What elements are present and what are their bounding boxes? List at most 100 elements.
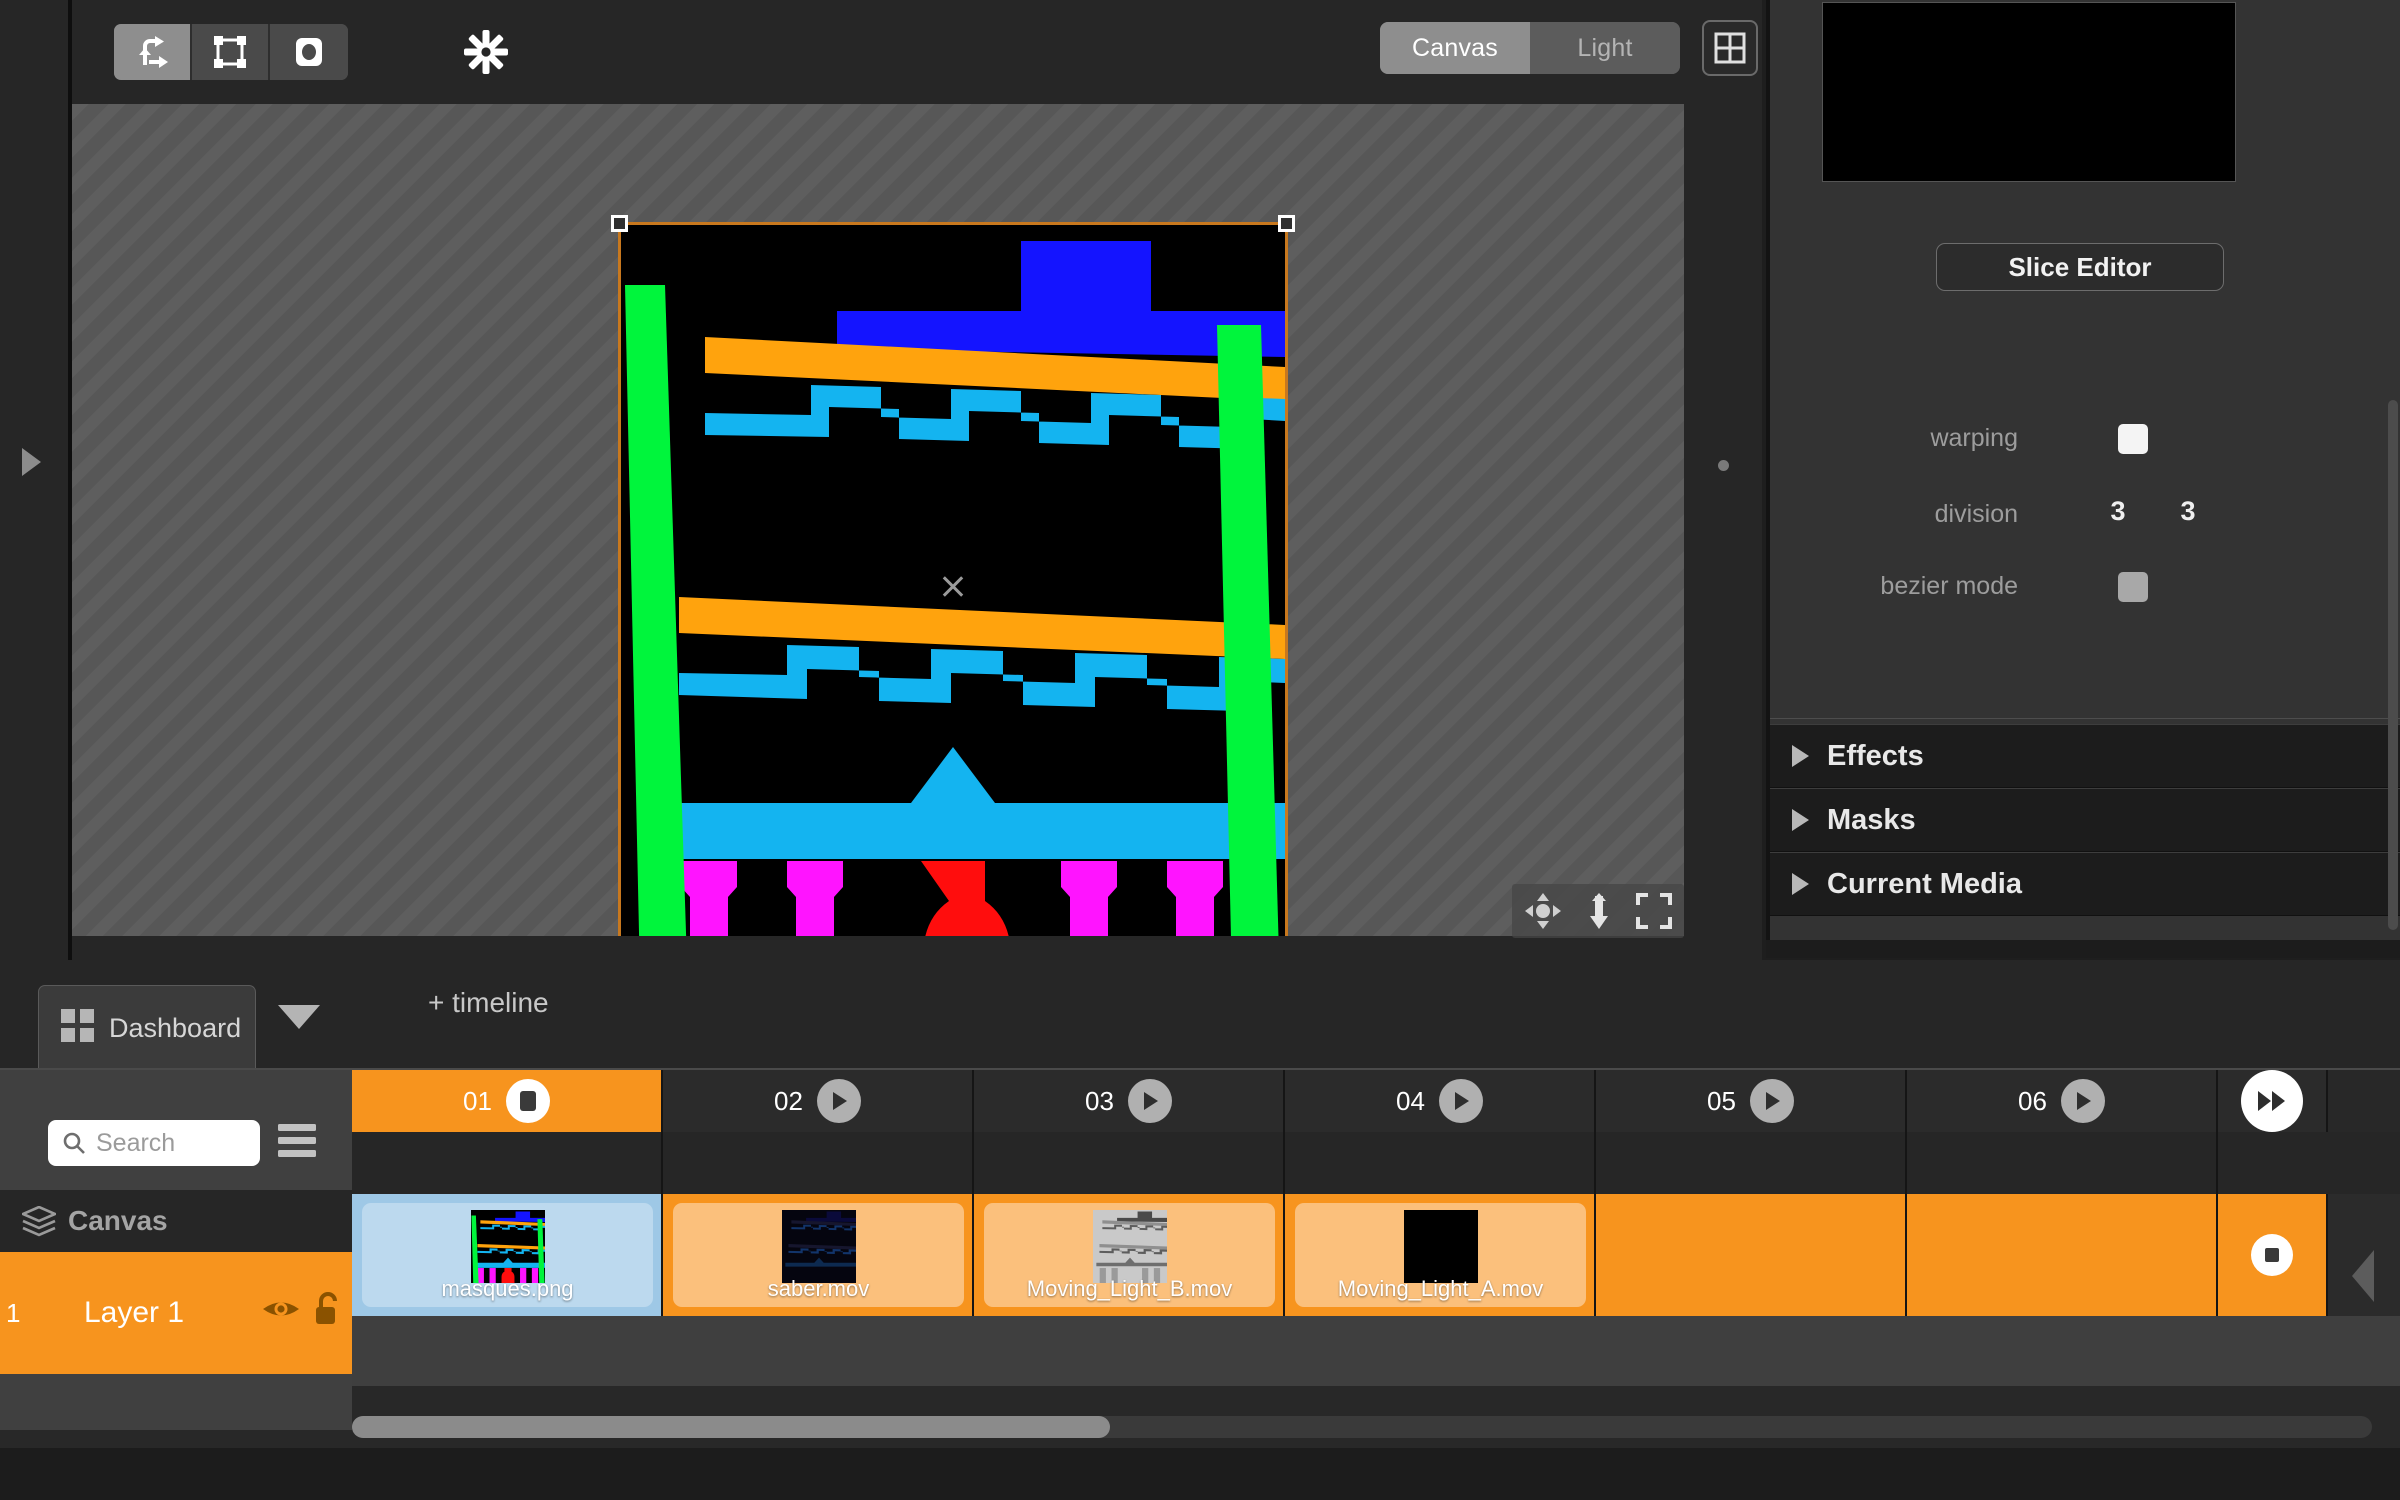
unlock-icon[interactable] xyxy=(314,1292,344,1331)
clip-cell-6[interactable] xyxy=(1907,1194,2218,1316)
property-row-division: division 3 3 xyxy=(1770,496,2400,540)
add-timeline-button[interactable]: + timeline xyxy=(428,987,549,1019)
clip-cell-2[interactable]: saber.mov xyxy=(663,1194,974,1316)
grid-icon xyxy=(1714,32,1746,64)
division-y-stepper[interactable]: 3 xyxy=(2158,496,2218,527)
group-cell[interactable] xyxy=(974,1132,1285,1194)
division-x-value: 3 xyxy=(2110,496,2126,526)
clip-moving-light-a[interactable]: Moving_Light_A.mov xyxy=(1295,1203,1586,1307)
clip-masques[interactable]: masques.png xyxy=(362,1203,653,1307)
fit-screen-button[interactable] xyxy=(1635,893,1672,929)
accordion-effects[interactable]: Effects xyxy=(1770,724,2400,788)
gear-icon xyxy=(464,30,508,74)
scrollbar-thumb[interactable] xyxy=(352,1416,1110,1438)
clip-cell-4[interactable]: Moving_Light_A.mov xyxy=(1285,1194,1596,1316)
fast-forward-button[interactable] xyxy=(2218,1070,2328,1132)
panel-divider xyxy=(1770,718,2400,719)
cue-02-number: 02 xyxy=(774,1085,803,1116)
property-row-warping: warping xyxy=(1770,424,2400,464)
clip-cell-3[interactable]: Moving_Light_B.mov xyxy=(974,1194,1285,1316)
warping-label: warping xyxy=(1930,424,2018,452)
clip-saber[interactable]: saber.mov xyxy=(673,1203,964,1307)
cue-06-number: 06 xyxy=(2018,1085,2047,1116)
accordion-current-media-label: Current Media xyxy=(1827,867,2022,900)
group-lane-tail xyxy=(2218,1132,2400,1194)
cue-01[interactable]: 01 xyxy=(352,1070,663,1132)
division-y-value: 3 xyxy=(2180,496,2196,526)
bounding-box-tool-button[interactable] xyxy=(192,24,270,80)
clip-cell-1[interactable]: masques.png xyxy=(352,1194,663,1316)
layers-icon xyxy=(19,1205,59,1243)
cue-03[interactable]: 03 xyxy=(974,1070,1285,1132)
accordion-masks[interactable]: Masks xyxy=(1770,788,2400,852)
layer-row-header[interactable]: 1 Layer 1 xyxy=(0,1252,352,1374)
pan-tool-button[interactable] xyxy=(1524,892,1562,930)
panel-bottom-strip xyxy=(1766,940,2400,958)
light-mode-button[interactable]: Light xyxy=(1530,22,1680,74)
group-cell[interactable] xyxy=(352,1132,663,1194)
bezier-mode-label: bezier mode xyxy=(1880,572,2018,600)
division-x-stepper[interactable]: 3 xyxy=(2088,496,2148,527)
resize-handle-top-right[interactable] xyxy=(1278,215,1295,232)
canvas-stage-wrapper xyxy=(72,104,1762,960)
play-icon xyxy=(816,1079,861,1123)
move-icon xyxy=(1525,893,1562,929)
canvas-mode-button[interactable]: Canvas xyxy=(1380,22,1530,74)
chevron-right-icon xyxy=(1792,809,1809,831)
search-icon xyxy=(62,1131,86,1155)
fullscreen-icon xyxy=(1635,893,1672,929)
cue-05[interactable]: 05 xyxy=(1596,1070,1907,1132)
canvas-artwork xyxy=(621,225,1285,936)
cue-02[interactable]: 02 xyxy=(663,1070,974,1132)
slice-editor-button[interactable]: Slice Editor xyxy=(1936,243,2224,291)
canvas-view-tools xyxy=(1512,884,1684,938)
cue-header-row: 01 02 03 04 05 06 xyxy=(352,1070,2400,1132)
transform-tool-button[interactable] xyxy=(114,24,192,80)
play-icon xyxy=(1127,1079,1172,1123)
group-cell[interactable] xyxy=(1907,1132,2218,1194)
canvas-group-row[interactable]: Canvas xyxy=(0,1190,352,1252)
search-placeholder: Search xyxy=(96,1128,176,1157)
output-preview[interactable] xyxy=(1822,2,2236,182)
list-menu-button[interactable] xyxy=(278,1124,316,1163)
search-input[interactable]: Search xyxy=(48,1120,260,1166)
canvas-toolbar: Canvas Light xyxy=(72,0,1762,104)
tab-dashboard-label: Dashboard xyxy=(109,1012,242,1043)
grid-view-button[interactable] xyxy=(1702,20,1758,76)
group-cell[interactable] xyxy=(1285,1132,1596,1194)
panel-vertical-scrollbar[interactable] xyxy=(2388,400,2398,930)
canvas-stage[interactable] xyxy=(72,104,1684,936)
fast-forward-icon xyxy=(2241,1070,2303,1132)
clip-cell-5[interactable] xyxy=(1596,1194,1907,1316)
warping-checkbox[interactable] xyxy=(2118,424,2148,454)
stop-icon xyxy=(505,1079,550,1123)
timeline-footer xyxy=(0,1448,2400,1500)
stage-right-handle-dot[interactable] xyxy=(1718,460,1729,471)
app-window: Canvas Light Slice Editor warping divisi… xyxy=(0,0,2400,1500)
timeline-horizontal-scrollbar[interactable] xyxy=(352,1416,2372,1438)
clip-moving-light-b[interactable]: Moving_Light_B.mov xyxy=(984,1203,1275,1307)
settings-button[interactable] xyxy=(460,26,512,78)
cue-06[interactable]: 06 xyxy=(1907,1070,2218,1132)
fit-height-button[interactable] xyxy=(1587,892,1611,930)
mask-tool-button[interactable] xyxy=(270,24,348,80)
expand-left-panel-icon[interactable] xyxy=(22,448,41,476)
accordion-current-media[interactable]: Current Media xyxy=(1770,852,2400,916)
tab-dashboard[interactable]: Dashboard xyxy=(38,985,256,1070)
layer-clip-lane: masques.png saber.mov Moving_Light_B.mov… xyxy=(352,1194,2400,1316)
group-cell[interactable] xyxy=(663,1132,974,1194)
group-cell[interactable] xyxy=(1596,1132,1907,1194)
play-icon xyxy=(2060,1079,2105,1123)
chevron-down-icon[interactable] xyxy=(278,1005,320,1029)
layer-name[interactable]: Layer 1 xyxy=(84,1296,184,1330)
chevron-right-icon xyxy=(1792,873,1809,895)
cue-04[interactable]: 04 xyxy=(1285,1070,1596,1132)
selected-layer-frame[interactable] xyxy=(611,215,1295,936)
properties-panel: Slice Editor warping division 3 3 bezier… xyxy=(1766,0,2400,940)
chevron-left-icon[interactable] xyxy=(2352,1250,2374,1302)
resize-handle-top-left[interactable] xyxy=(611,215,628,232)
eye-icon[interactable] xyxy=(262,1296,300,1327)
layer-stop-button[interactable] xyxy=(2218,1194,2328,1316)
hamburger-icon xyxy=(278,1124,316,1157)
bezier-mode-checkbox[interactable] xyxy=(2118,572,2148,602)
